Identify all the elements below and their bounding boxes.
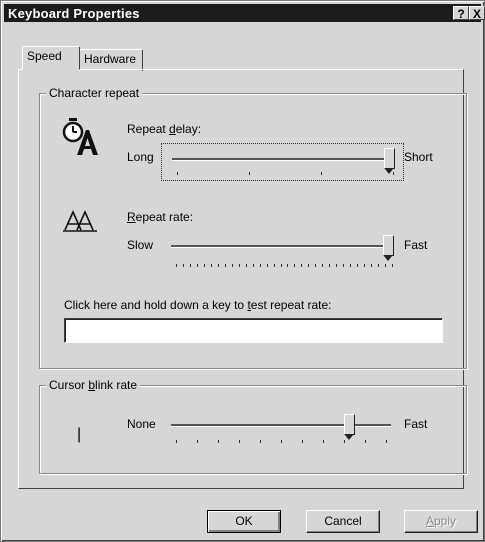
slider-tick [238,264,240,267]
slider-tick [252,264,254,267]
slider-tick [245,264,247,267]
slider-tick [273,264,275,267]
cursor-blink-max-label: Fast [404,417,428,431]
slider-tick [350,264,352,267]
slider-tick [302,440,303,443]
slider-tick [343,264,345,267]
slider-tick [176,440,177,443]
repeat-rate-min-label: Slow [127,238,154,252]
repeat-rate-thumb[interactable] [383,235,394,261]
repeat-delay-max-label: Short [404,150,433,164]
slider-tick [249,172,250,175]
cursor-blink-thumb[interactable] [343,414,355,440]
slider-tick [386,440,387,443]
slider-tick [218,440,219,443]
slider-tick [336,264,338,267]
cursor-blink-slider[interactable] [161,410,402,446]
slider-tick [260,440,261,443]
slider-tick [294,264,296,267]
slider-tick [239,440,240,443]
slider-tick [329,264,331,267]
slider-tick [210,264,212,267]
slider-tick [365,440,366,443]
test-repeat-label: Click here and hold down a key to test r… [64,298,332,312]
repeat-delay-min-label: Long [127,150,154,164]
slider-tick [315,264,317,267]
slider-tick [203,264,205,267]
slider-tick [196,264,198,267]
character-repeat-legend: Character repeat [46,86,143,100]
test-repeat-input[interactable] [64,318,443,343]
cursor-blink-track [171,424,391,427]
help-button[interactable]: ? [453,6,469,21]
slider-tick [182,264,184,267]
repeat-delay-label: Repeat delay: [127,122,202,136]
title-bar[interactable]: Keyboard Properties ? X [4,4,485,22]
ok-button[interactable]: OK [207,510,281,533]
tab-hardware-label: Hardware [84,52,137,66]
repeat-delay-slider[interactable] [161,143,404,181]
slider-tick [378,264,380,267]
slider-tick [385,264,387,267]
tab-speed[interactable]: Speed [22,46,80,70]
slider-tick [177,172,178,175]
slider-tick [323,440,324,443]
tab-hardware[interactable]: Hardware [79,49,143,71]
slider-tick [176,264,177,267]
stopwatch-letter-a-icon [62,118,98,155]
cancel-button[interactable]: Cancel [306,510,380,533]
speed-tab-panel: Character repeat Repeat delay: Long Shor… [18,69,467,489]
slider-tick [371,264,373,267]
slider-tick [231,264,233,267]
slider-tick [301,264,303,267]
repeat-rate-max-label: Fast [404,238,428,252]
slider-tick [287,264,289,267]
slider-tick [266,264,268,267]
repeat-rate-track [171,245,389,248]
slider-tick [344,440,345,443]
slider-tick [259,264,261,267]
keyboard-properties-dialog: Keyboard Properties ? X Speed Hardware C… [0,0,485,542]
slider-tick [280,264,282,267]
slider-tick [308,264,310,267]
tab-speed-label: Speed [27,49,62,63]
slider-tick [281,440,282,443]
repeat-delay-thumb[interactable] [384,148,395,174]
slider-tick [217,264,219,267]
slider-tick [321,172,322,175]
slider-tick [322,264,324,267]
repeated-letter-a-icon [63,210,97,232]
text-cursor-icon: | [77,426,82,443]
slider-tick [224,264,226,267]
slider-tick [357,264,359,267]
cursor-blink-min-label: None [127,417,156,431]
close-button[interactable]: X [469,6,485,21]
slider-tick [197,440,198,443]
window-title: Keyboard Properties [8,6,140,21]
repeat-rate-label: Repeat rate: [127,210,194,224]
slider-tick [364,264,366,267]
slider-tick [392,264,393,267]
repeat-delay-track [172,158,390,161]
repeat-rate-slider[interactable] [161,231,402,267]
slider-tick [393,172,394,175]
cursor-blink-legend: Cursor blink rate [46,378,141,392]
slider-tick [189,264,191,267]
apply-button[interactable]: Apply [404,510,478,533]
